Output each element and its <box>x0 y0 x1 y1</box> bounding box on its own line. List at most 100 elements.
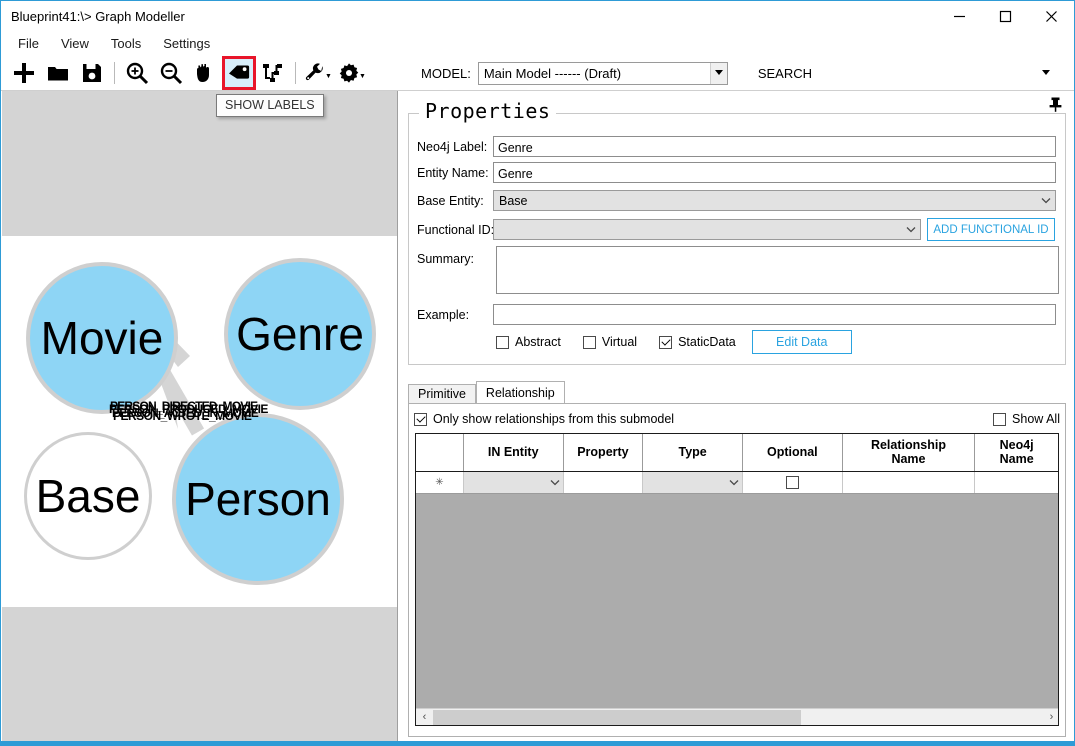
model-combo-box[interactable]: Main Model ------ (Draft) <box>477 61 728 85</box>
grid-header-in-entity[interactable]: IN Entity <box>464 434 564 471</box>
grid-cell-property[interactable] <box>564 472 644 493</box>
menu-item-settings[interactable]: Settings <box>152 33 221 54</box>
neo4j-label-value: Genre <box>498 140 533 155</box>
zoom-out-icon[interactable] <box>156 58 186 88</box>
show-all-checkbox[interactable] <box>993 412 1007 426</box>
scrollbar-thumb[interactable] <box>433 709 801 725</box>
edit-data-button[interactable]: Edit Data <box>751 330 852 354</box>
grid-header-neo4j-name[interactable]: Neo4j Name <box>975 434 1058 471</box>
grid-cell-in-entity[interactable] <box>463 472 564 493</box>
chevron-down-icon[interactable] <box>726 479 742 486</box>
search-input[interactable]: SEARCH <box>749 61 1055 85</box>
menu-item-view[interactable]: View <box>50 33 100 54</box>
chevron-down-icon[interactable] <box>709 62 727 84</box>
layout-hierarchy-icon[interactable] <box>258 58 288 88</box>
tools-wrench-icon[interactable]: ▼ <box>303 58 333 88</box>
scroll-right-arrow-icon[interactable]: › <box>1043 709 1058 726</box>
new-row-marker: ✳ <box>435 477 444 488</box>
abstract-label: Abstract <box>515 335 561 349</box>
chevron-down-icon[interactable] <box>902 226 920 233</box>
zoom-in-icon[interactable] <box>122 58 152 88</box>
base-entity-combo[interactable]: Base <box>493 190 1056 211</box>
functional-id-label: Functional ID: <box>417 222 495 237</box>
graph-node-genre[interactable]: Genre <box>224 258 376 410</box>
grid-cell-optional[interactable] <box>743 472 843 493</box>
example-input[interactable] <box>493 304 1056 325</box>
graph-node-movie[interactable]: Movie <box>26 262 178 414</box>
save-icon[interactable] <box>77 58 107 88</box>
grid-header-relationship-name[interactable]: Relationship Name <box>843 434 976 471</box>
menu-item-tools[interactable]: Tools <box>100 33 152 54</box>
only-show-submodel-label: Only show relationships from this submod… <box>433 412 675 426</box>
gear-dropdown-caret-icon[interactable]: ▼ <box>359 73 366 80</box>
grid-header-marker[interactable] <box>416 434 464 471</box>
pin-icon[interactable] <box>1044 93 1066 115</box>
toolbar-separator <box>114 62 115 84</box>
grid-new-row[interactable]: ✳ <box>416 472 1058 494</box>
scroll-left-arrow-icon[interactable]: ‹ <box>416 709 433 726</box>
neo4j-label-label: Neo4j Label: <box>417 139 488 154</box>
grid-cell-relationship-name[interactable] <box>843 472 976 493</box>
virtual-checkbox[interactable] <box>582 335 596 349</box>
relationship-grid[interactable]: IN Entity Property Type Optional Relatio… <box>415 433 1059 726</box>
graph-edge-labels: PERSON_DIRECTED_MOVIE PERSON_ACTED_IN_MO… <box>109 399 280 425</box>
grid-header-row: IN Entity Property Type Optional Relatio… <box>416 434 1058 472</box>
open-icon[interactable] <box>43 58 73 88</box>
grid-header-property[interactable]: Property <box>564 434 644 471</box>
neo4j-label-input[interactable]: Genre <box>493 136 1056 157</box>
staticdata-checkbox[interactable] <box>659 335 673 349</box>
graph-edge-label: PERSON_WROTE_MOVIE <box>113 409 252 423</box>
pan-hand-icon[interactable] <box>190 58 220 88</box>
search-area: SEARCH <box>749 61 1055 85</box>
entity-flags-row: Abstract Virtual StaticData Edit Data <box>496 330 852 354</box>
minimize-button[interactable] <box>936 1 982 31</box>
canvas-drawing-area[interactable]: Movie Genre Base Person PERSON_DIRECTED_… <box>2 236 397 607</box>
maximize-button[interactable] <box>982 1 1028 31</box>
search-value: SEARCH <box>757 65 813 81</box>
grid-header-optional[interactable]: Optional <box>743 434 843 471</box>
grid-optional-checkbox[interactable] <box>785 476 799 489</box>
add-functional-id-button[interactable]: ADD FUNCTIONAL ID <box>927 218 1055 241</box>
summary-label: Summary: <box>417 252 474 266</box>
search-chevron-down-icon[interactable] <box>1037 62 1055 84</box>
functional-id-combo[interactable] <box>493 219 921 240</box>
graph-node-label: Person <box>185 473 331 525</box>
chevron-down-icon[interactable] <box>547 479 563 486</box>
field-row-base-entity: Base Entity: Base <box>409 190 1065 211</box>
summary-textarea[interactable] <box>496 246 1059 294</box>
properties-panel: Properties Neo4j Label: Genre Entity Nam… <box>400 91 1074 745</box>
tab-relationship[interactable]: Relationship <box>475 381 565 403</box>
menu-bar: File View Tools Settings <box>1 31 1074 56</box>
example-label: Example: <box>417 307 470 322</box>
tab-primitive[interactable]: Primitive <box>408 384 476 403</box>
graph-node-label: Movie <box>40 312 164 364</box>
grid-header-type[interactable]: Type <box>643 434 743 471</box>
only-show-submodel-checkbox[interactable] <box>414 412 427 426</box>
only-show-filter[interactable]: Only show relationships from this submod… <box>414 412 674 426</box>
window-title: Blueprint41:\> Graph Modeller <box>11 8 185 24</box>
application-window: Blueprint41:\> Graph Modeller File View … <box>0 0 1075 746</box>
abstract-checkbox[interactable] <box>496 335 509 349</box>
graph-canvas-panel[interactable]: Movie Genre Base Person PERSON_DIRECTED_… <box>2 91 398 745</box>
chevron-down-icon[interactable] <box>1037 197 1055 204</box>
grid-cell-marker[interactable]: ✳ <box>416 472 464 493</box>
show-labels-icon[interactable] <box>222 56 256 90</box>
show-all-label: Show All <box>1012 412 1060 426</box>
model-selector: MODEL: Main Model ------ (Draft) <box>421 61 728 85</box>
wrench-dropdown-caret-icon[interactable]: ▼ <box>325 73 332 80</box>
entity-name-input[interactable]: Genre <box>493 162 1056 183</box>
settings-gear-icon[interactable]: ▼ <box>337 58 367 88</box>
add-icon[interactable] <box>9 58 39 88</box>
model-label: MODEL: <box>421 65 471 81</box>
tab-strip: Primitive Relationship <box>408 381 1066 403</box>
close-button[interactable] <box>1028 1 1074 31</box>
graph-node-base[interactable]: Base <box>24 432 152 560</box>
grid-cell-type[interactable] <box>643 472 743 493</box>
canvas-top-margin <box>2 91 397 236</box>
model-combo-value: Main Model ------ (Draft) <box>483 65 622 81</box>
show-all-filter[interactable]: Show All <box>993 412 1060 426</box>
grid-horizontal-scrollbar[interactable]: ‹ › <box>416 708 1058 726</box>
menu-item-file[interactable]: File <box>7 33 50 54</box>
graph-node-person[interactable]: Person <box>172 413 344 585</box>
grid-cell-neo4j-name[interactable] <box>975 472 1058 493</box>
